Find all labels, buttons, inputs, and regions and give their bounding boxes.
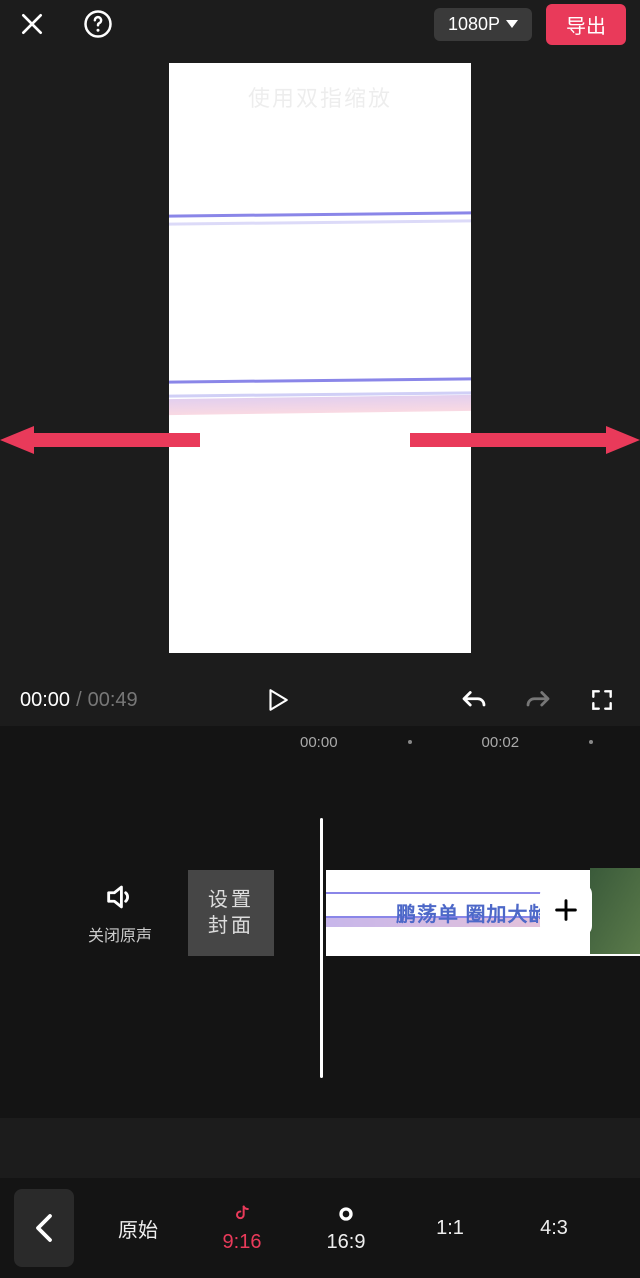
close-button[interactable] xyxy=(14,6,50,42)
speaker-icon xyxy=(103,880,137,914)
aspect-label: 9:16 xyxy=(223,1231,262,1254)
export-button[interactable]: 导出 xyxy=(546,4,626,45)
help-icon xyxy=(83,9,113,39)
play-icon xyxy=(264,687,290,713)
aspect-original[interactable]: 原始 xyxy=(98,1203,178,1253)
aspect-label: 4:3 xyxy=(540,1217,568,1240)
aspect-1-1[interactable]: 1:1 xyxy=(410,1203,490,1253)
preview-canvas[interactable]: 使用双指缩放 xyxy=(169,63,471,653)
aspect-label: 原始 xyxy=(118,1214,158,1243)
xigua-icon xyxy=(335,1203,357,1225)
play-button[interactable] xyxy=(259,682,295,718)
help-button[interactable] xyxy=(80,6,116,42)
aspect-4-3[interactable]: 4:3 xyxy=(514,1203,594,1253)
close-icon xyxy=(19,11,45,37)
time-current: 00:00 xyxy=(20,689,70,712)
add-clip-button[interactable] xyxy=(540,884,592,936)
back-button[interactable] xyxy=(14,1189,74,1267)
aspect-label: 1:1 xyxy=(436,1217,464,1240)
timeline-ruler[interactable]: 00:00 00:02 xyxy=(0,726,640,758)
plus-icon xyxy=(552,896,580,924)
mute-label: 关闭原声 xyxy=(88,922,152,946)
time-display: 00:00 / 00:49 xyxy=(20,689,138,712)
aspect-label: 16:9 xyxy=(327,1231,366,1254)
resolution-label: 1080P xyxy=(448,14,500,35)
preview-hint: 使用双指缩放 xyxy=(169,81,471,113)
aspect-ratio-bar: 原始 9:16 16:9 1:1 4:3 xyxy=(0,1178,640,1278)
douyin-icon xyxy=(231,1203,253,1225)
ruler-tick-1: 00:02 xyxy=(482,734,520,751)
fullscreen-button[interactable] xyxy=(584,682,620,718)
fullscreen-icon xyxy=(589,687,615,713)
chevron-left-icon xyxy=(35,1213,53,1243)
chevron-down-icon xyxy=(506,20,518,28)
undo-button[interactable] xyxy=(456,682,492,718)
preview-area[interactable]: 使用双指缩放 xyxy=(0,48,640,668)
mute-original-audio-button[interactable]: 关闭原声 xyxy=(70,880,170,946)
next-clip-preview[interactable] xyxy=(590,868,640,954)
timeline[interactable]: 关闭原声 设置 封面 鹏荡单 圈加大龄舞 xyxy=(0,758,640,1118)
redo-button[interactable] xyxy=(520,682,556,718)
time-total: 00:49 xyxy=(88,689,138,712)
undo-icon xyxy=(459,685,489,715)
aspect-9-16[interactable]: 9:16 xyxy=(202,1203,282,1254)
redo-icon xyxy=(523,685,553,715)
aspect-16-9[interactable]: 16:9 xyxy=(306,1203,386,1254)
time-separator: / xyxy=(76,689,82,712)
playhead[interactable] xyxy=(320,818,323,1078)
ruler-tick-0: 00:00 xyxy=(300,734,338,751)
resolution-dropdown[interactable]: 1080P xyxy=(434,8,532,41)
set-cover-button[interactable]: 设置 封面 xyxy=(188,870,274,956)
